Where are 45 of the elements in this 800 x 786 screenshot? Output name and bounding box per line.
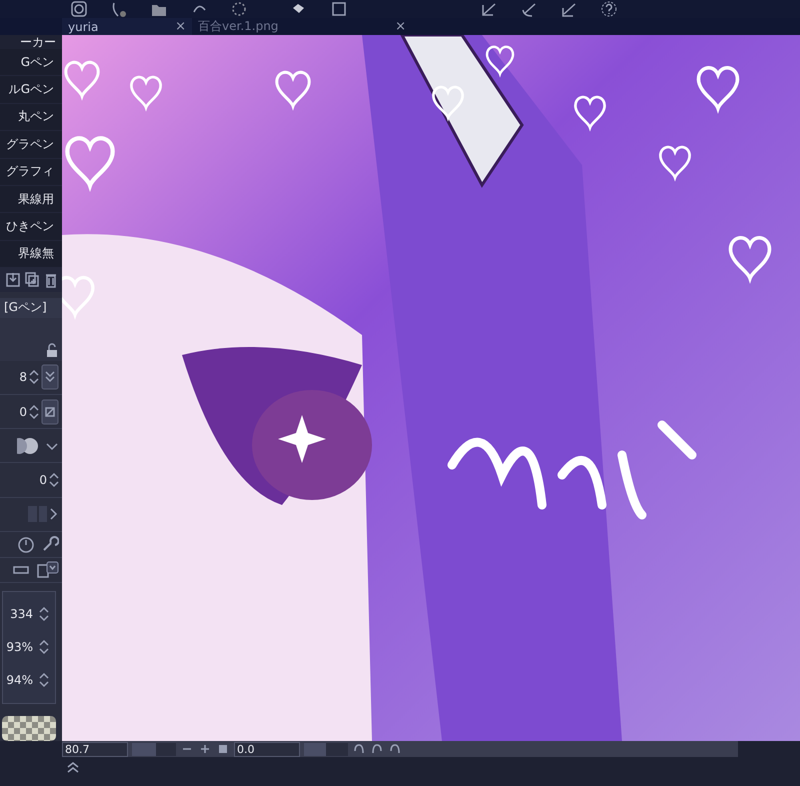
transparency-swatch[interactable] — [2, 716, 56, 742]
duplicate-icon[interactable] — [25, 272, 39, 288]
chevron-icon[interactable] — [49, 507, 59, 522]
sub-tool-name: [Gペン] — [0, 298, 62, 318]
import-icon[interactable] — [6, 272, 20, 288]
property-value: 334 — [10, 607, 33, 622]
panel-header: ーカー — [0, 35, 62, 50]
brush-item[interactable]: 界線無 — [0, 240, 62, 268]
brush-item[interactable]: ひきペン — [0, 213, 62, 241]
close-icon[interactable]: × — [395, 19, 406, 34]
property-value: 0 — [39, 472, 47, 487]
zoom-field[interactable]: 80.7 — [62, 742, 128, 757]
timer-icon[interactable] — [17, 535, 35, 554]
brush-item[interactable]: Gペン — [0, 49, 62, 76]
spinner-icon[interactable] — [39, 606, 49, 622]
property-value: 8 — [19, 370, 27, 384]
toggle-button[interactable] — [41, 398, 59, 424]
wrench-icon[interactable] — [41, 535, 59, 554]
spinner-icon[interactable] — [49, 472, 59, 488]
slider-track-icon — [28, 505, 47, 524]
brush-item[interactable]: グラフィ — [0, 158, 62, 186]
spinner-icon[interactable] — [29, 369, 39, 386]
square-icon[interactable] — [330, 0, 348, 18]
lock-icon[interactable] — [46, 342, 58, 357]
trash-icon[interactable] — [44, 272, 58, 288]
close-icon[interactable]: × — [175, 19, 186, 34]
property-value: 94% — [6, 673, 33, 688]
brush-item[interactable]: 果線用 — [0, 186, 62, 214]
spinner-icon[interactable] — [39, 672, 49, 688]
camera-icon[interactable] — [70, 0, 88, 18]
brush-item[interactable]: 丸ペン — [0, 104, 62, 132]
document-tab[interactable]: yuria × — [62, 18, 192, 36]
dropdown-icon[interactable] — [37, 560, 59, 579]
spinner-icon[interactable] — [39, 639, 49, 656]
property-value: 93% — [6, 640, 33, 654]
spinner-icon[interactable] — [29, 404, 39, 420]
chevron-up-icon[interactable] — [66, 761, 80, 774]
loading-icon[interactable] — [230, 0, 248, 18]
rotation-field[interactable]: 0.0 — [234, 742, 300, 757]
brush-item[interactable]: ルGペン — [0, 76, 62, 104]
stabilization-button[interactable] — [41, 364, 59, 390]
help-icon[interactable] — [600, 0, 618, 18]
property-value: 0 — [19, 404, 27, 418]
document-tab[interactable]: 百合ver.1.png × — [192, 18, 412, 36]
brush-item[interactable]: グラペン — [0, 131, 62, 159]
